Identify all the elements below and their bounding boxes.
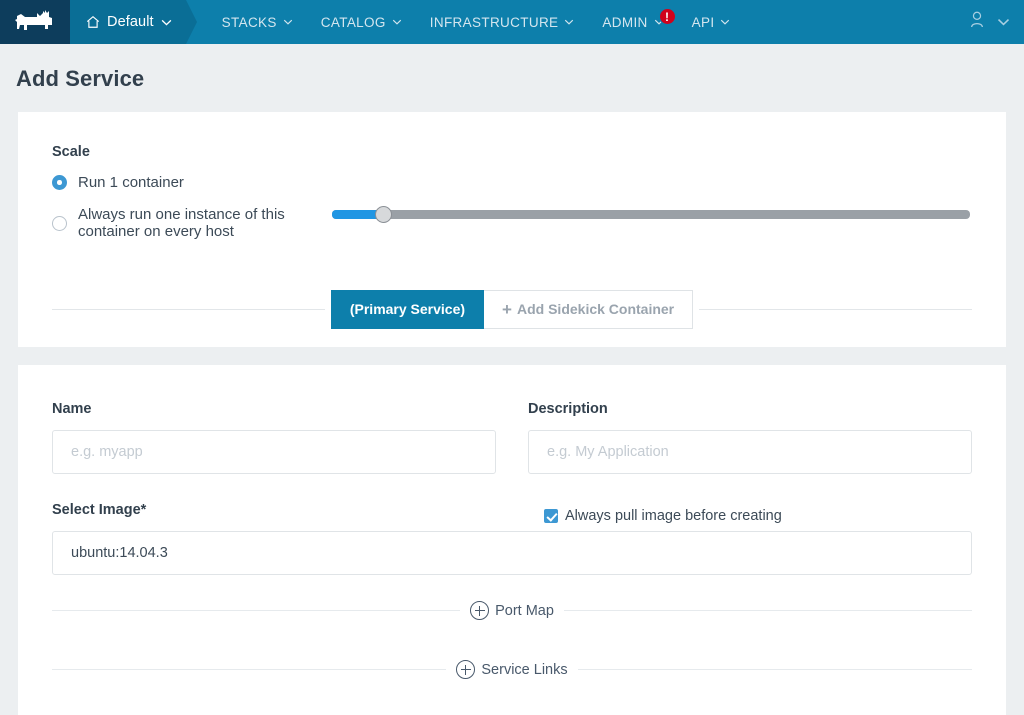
scale-slider-wrap [312, 200, 972, 230]
chevron-down-icon [161, 19, 172, 26]
port-map-divider-left [52, 610, 461, 611]
radio-button-selected[interactable] [52, 175, 67, 190]
main-nav-links: STACKS CATALOG INFRASTRUCTURE ADMIN ! AP… [208, 0, 745, 44]
add-port-map-button[interactable]: Port Map [470, 601, 554, 620]
tabs-divider-right [699, 308, 972, 310]
scale-option-label: Run 1 container [78, 174, 184, 191]
service-links-divider-right [577, 669, 973, 670]
chevron-down-icon [997, 13, 1010, 31]
always-pull-checkbox-row[interactable]: Always pull image before creating [512, 508, 972, 524]
nav-item-admin[interactable]: ADMIN ! [588, 0, 677, 44]
scale-slider[interactable] [332, 206, 970, 223]
service-tabs: (Primary Service) + Add Sidekick Contain… [330, 289, 694, 329]
port-map-row: Port Map [52, 601, 972, 620]
name-label: Name [52, 401, 92, 417]
nav-item-stacks[interactable]: STACKS [208, 0, 307, 44]
scale-options: Run 1 container Always run one instance … [52, 174, 312, 255]
tabs-divider-left [52, 308, 325, 310]
service-form-card: Name Description Select Image* Always pu… [18, 365, 1006, 715]
scale-section-label: Scale [52, 144, 90, 160]
name-input[interactable] [52, 430, 496, 474]
plus-icon: + [502, 299, 512, 319]
description-label: Description [528, 401, 608, 417]
nav-item-catalog[interactable]: CATALOG [307, 0, 416, 44]
tab-primary-service[interactable]: (Primary Service) [330, 289, 485, 329]
select-image-label: Select Image* [52, 502, 147, 518]
tab-add-sidekick-container[interactable]: + Add Sidekick Container [484, 289, 694, 329]
nav-item-label: API [691, 14, 715, 30]
name-description-row: Name Description [52, 399, 972, 474]
service-tabs-row: (Primary Service) + Add Sidekick Contain… [52, 271, 972, 347]
nav-item-label: INFRASTRUCTURE [429, 14, 559, 30]
nav-item-label: CATALOG [320, 14, 386, 30]
select-image-group: Select Image* Always pull image before c… [52, 500, 972, 575]
description-field-group: Description [528, 399, 972, 474]
scale-row: Run 1 container Always run one instance … [52, 174, 972, 255]
tab-label: (Primary Service) [349, 301, 466, 317]
name-field-group: Name [52, 399, 496, 474]
scale-card: Scale Run 1 container Always run one ins… [18, 112, 1006, 347]
chevron-down-icon [564, 19, 574, 25]
page-title: Add Service [16, 66, 145, 91]
service-links-row: Service Links [52, 660, 973, 679]
nav-item-label: ADMIN [602, 14, 648, 30]
chevron-down-icon [392, 19, 402, 25]
card-gap [0, 347, 1024, 365]
scale-option-run-containers[interactable]: Run 1 container [52, 174, 312, 191]
top-navbar: Default STACKS CATALOG INFRASTRUCTURE AD… [0, 0, 1024, 44]
nav-item-label: STACKS [221, 14, 277, 30]
description-input[interactable] [528, 430, 972, 474]
rancher-cow-logo [15, 9, 55, 35]
rancher-logo[interactable] [0, 0, 70, 44]
select-image-input[interactable] [52, 531, 972, 575]
scale-option-global[interactable]: Always run one instance of this containe… [52, 206, 312, 240]
nav-item-infrastructure[interactable]: INFRASTRUCTURE [416, 0, 589, 44]
port-map-divider-right [563, 610, 972, 611]
user-icon [969, 11, 985, 33]
plus-circle-icon [470, 601, 490, 620]
admin-alert-badge: ! [658, 8, 676, 25]
chevron-down-icon [720, 19, 730, 25]
home-icon [86, 15, 100, 29]
tab-label: Add Sidekick Container [516, 301, 675, 317]
radio-button[interactable] [52, 215, 67, 231]
service-links-divider-left [52, 669, 447, 670]
user-menu[interactable] [959, 0, 1024, 44]
select-image-label-wrap: Select Image* [52, 500, 512, 531]
add-service-links-button[interactable]: Service Links [456, 660, 568, 679]
chevron-down-icon [283, 19, 293, 25]
add-port-map-label: Port Map [495, 602, 554, 619]
nav-item-api[interactable]: API [678, 0, 745, 44]
select-image-header: Select Image* Always pull image before c… [52, 500, 972, 531]
plus-circle-icon [456, 660, 476, 679]
environment-label: Default [107, 14, 154, 30]
add-service-links-label: Service Links [481, 661, 568, 678]
environment-selector[interactable]: Default [70, 0, 197, 44]
scale-option-label: Always run one instance of this containe… [78, 206, 285, 240]
always-pull-label: Always pull image before creating [565, 507, 782, 524]
scale-slider-thumb[interactable] [374, 206, 392, 223]
always-pull-checkbox[interactable] [544, 508, 558, 523]
